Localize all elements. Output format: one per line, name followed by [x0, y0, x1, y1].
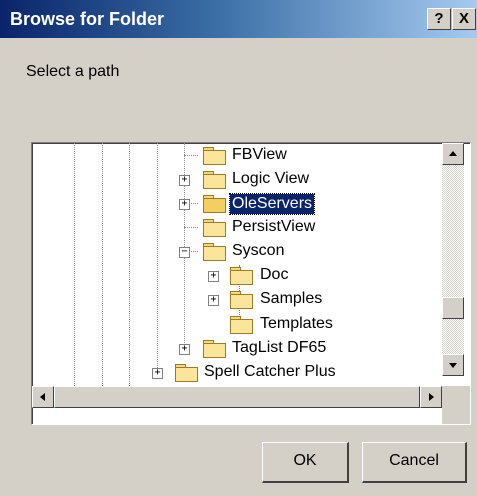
open-folder-icon: [203, 195, 226, 213]
title-bar[interactable]: Browse for Folder ? X: [0, 0, 477, 38]
tree-node-label: PersistView: [232, 218, 316, 235]
tree-node-label: Logic View: [232, 170, 310, 187]
folder-icon: [230, 267, 253, 285]
expand-icon[interactable]: +: [179, 175, 190, 186]
tree-node-label: Spell Catcher Plus: [204, 363, 336, 380]
expand-icon[interactable]: +: [179, 199, 190, 210]
horizontal-scrollbar[interactable]: [32, 386, 442, 408]
expand-icon[interactable]: +: [208, 271, 219, 282]
tree-connector: [184, 227, 198, 228]
ok-button[interactable]: OK: [262, 442, 349, 483]
folder-icon: [230, 291, 253, 309]
tree-guide-line: [102, 143, 103, 386]
folder-icon: [203, 243, 226, 261]
folder-icon: [203, 340, 226, 358]
tree-node-label: FBView: [232, 146, 287, 163]
expand-icon[interactable]: +: [179, 344, 190, 355]
tree-node-label: Doc: [260, 266, 289, 283]
expand-icon[interactable]: +: [152, 368, 163, 379]
close-button[interactable]: X: [452, 8, 476, 30]
tree-guide-line: [129, 143, 130, 386]
folder-icon: [175, 364, 198, 382]
cancel-button[interactable]: Cancel: [362, 442, 467, 483]
tree-node-label: Syscon: [232, 242, 285, 259]
arrow-up-icon: [449, 151, 457, 156]
arrow-right-icon: [429, 393, 434, 401]
folder-tree[interactable]: FBView + Logic View + OleServers Persist…: [31, 142, 471, 425]
tree-node-label: Templates: [260, 315, 333, 332]
scroll-down-button[interactable]: [442, 354, 464, 376]
tree-connector: [184, 155, 198, 156]
help-button[interactable]: ?: [427, 8, 451, 30]
folder-icon: [203, 171, 226, 189]
scroll-up-button[interactable]: [442, 143, 464, 165]
vertical-scrollbar[interactable]: [442, 143, 464, 376]
tree-node-label-selected: OleServers: [228, 193, 316, 215]
window-title: Browse for Folder: [10, 9, 165, 29]
arrow-down-icon: [449, 363, 457, 368]
scroll-thumb-horizontal[interactable]: [54, 386, 420, 408]
browse-folder-dialog: Browse for Folder ? X Select a path FBVi…: [0, 0, 477, 496]
dialog-prompt: Select a path: [26, 63, 120, 80]
tree-guide-line: [74, 143, 75, 386]
scroll-right-button[interactable]: [420, 386, 442, 408]
tree-guide-line: [157, 143, 158, 368]
collapse-icon[interactable]: −: [179, 247, 190, 258]
arrow-left-icon: [40, 393, 45, 401]
folder-icon: [203, 147, 226, 165]
scroll-left-button[interactable]: [32, 386, 54, 408]
folder-icon: [203, 219, 226, 237]
scroll-thumb[interactable]: [442, 297, 464, 319]
folder-icon: [230, 316, 253, 334]
tree-node-label: TagList DF65: [232, 339, 327, 356]
expand-icon[interactable]: +: [208, 295, 219, 306]
tree-node-label: Samples: [260, 290, 323, 307]
scrollbar-corner: [442, 386, 470, 424]
